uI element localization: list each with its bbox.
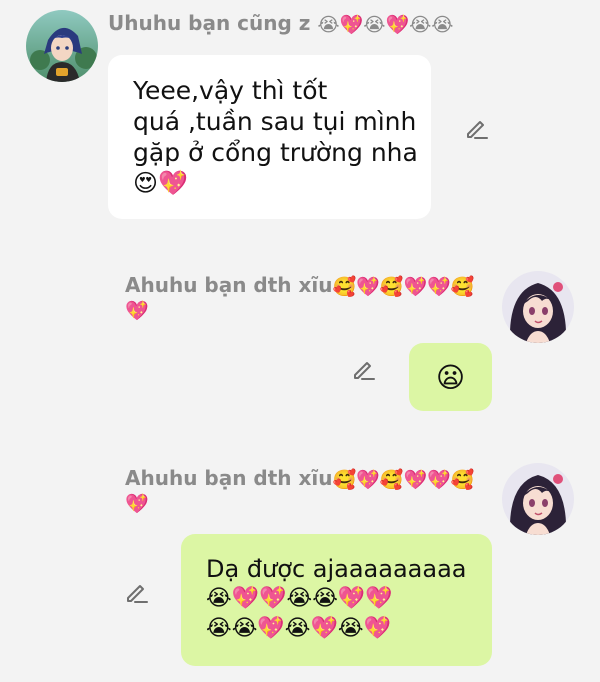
avatar-incoming[interactable]: [26, 10, 98, 82]
message-text-line-1: Dạ được ajaaaaaaaaa: [206, 555, 467, 583]
pencil-icon: [467, 121, 488, 139]
avatar-outgoing-image: [502, 271, 574, 343]
avatar-outgoing-1[interactable]: [502, 271, 574, 343]
message-bubble-outgoing-1[interactable]: 😦: [409, 343, 492, 411]
message-emoji: 😦: [435, 360, 466, 394]
message-emoji-line: 😍💖: [133, 169, 188, 197]
sender-name-outgoing-2: Ahuhu bạn dth xĩu🥰💖🥰💖💖🥰 💖: [125, 467, 475, 515]
message-emoji-line-1: 😭💖💖😭😭💖💖: [206, 586, 393, 611]
sender-name-incoming: Uhuhu bạn cũng z 😭💖😭💖😭😭: [108, 12, 454, 36]
chat-screen: { "messages": [ { "direction": "incoming…: [0, 0, 600, 682]
edit-button-1[interactable]: [462, 114, 490, 142]
pencil-icon: [354, 362, 375, 380]
sender-name-text: Uhuhu bạn cũng z: [108, 11, 311, 35]
avatar-outgoing-2[interactable]: [502, 463, 574, 535]
sender-emojis-line-2: 💖: [125, 299, 149, 322]
sender-emojis-line-2: 💖: [125, 492, 149, 515]
edit-button-3[interactable]: [122, 578, 150, 606]
avatar-outgoing-image: [502, 463, 574, 535]
sender-name-text: Ahuhu bạn dth xĩu: [125, 466, 333, 490]
message-bubble-incoming[interactable]: Yeee,vậy thì tốt quá ,tuần sau tụi mình …: [108, 55, 431, 219]
message-bubble-outgoing-2[interactable]: Dạ được ajaaaaaaaaa 😭💖💖😭😭💖💖 😭😭💖😭💖😭💖: [181, 534, 492, 666]
message-text-line-1: Yeee,vậy thì tốt: [133, 76, 328, 105]
avatar-incoming-image: [26, 10, 98, 82]
pencil-icon: [127, 585, 148, 603]
message-text-line-2: quá ,tuần sau tụi mình: [133, 107, 417, 136]
sender-name-outgoing-1: Ahuhu bạn dth xĩu🥰💖🥰💖💖🥰 💖: [125, 274, 475, 322]
message-emoji-line-2: 😭😭💖😭💖😭💖: [206, 616, 392, 641]
edit-button-2[interactable]: [349, 355, 377, 383]
message-text-line-3: gặp ở cổng trường nha: [133, 138, 418, 167]
sender-emojis-line-1: 🥰💖🥰💖💖🥰: [332, 468, 475, 491]
sender-emojis: 😭💖😭💖😭😭: [317, 13, 454, 36]
sender-emojis-line-1: 🥰💖🥰💖💖🥰: [332, 275, 475, 298]
sender-name-text: Ahuhu bạn dth xĩu: [125, 273, 333, 297]
